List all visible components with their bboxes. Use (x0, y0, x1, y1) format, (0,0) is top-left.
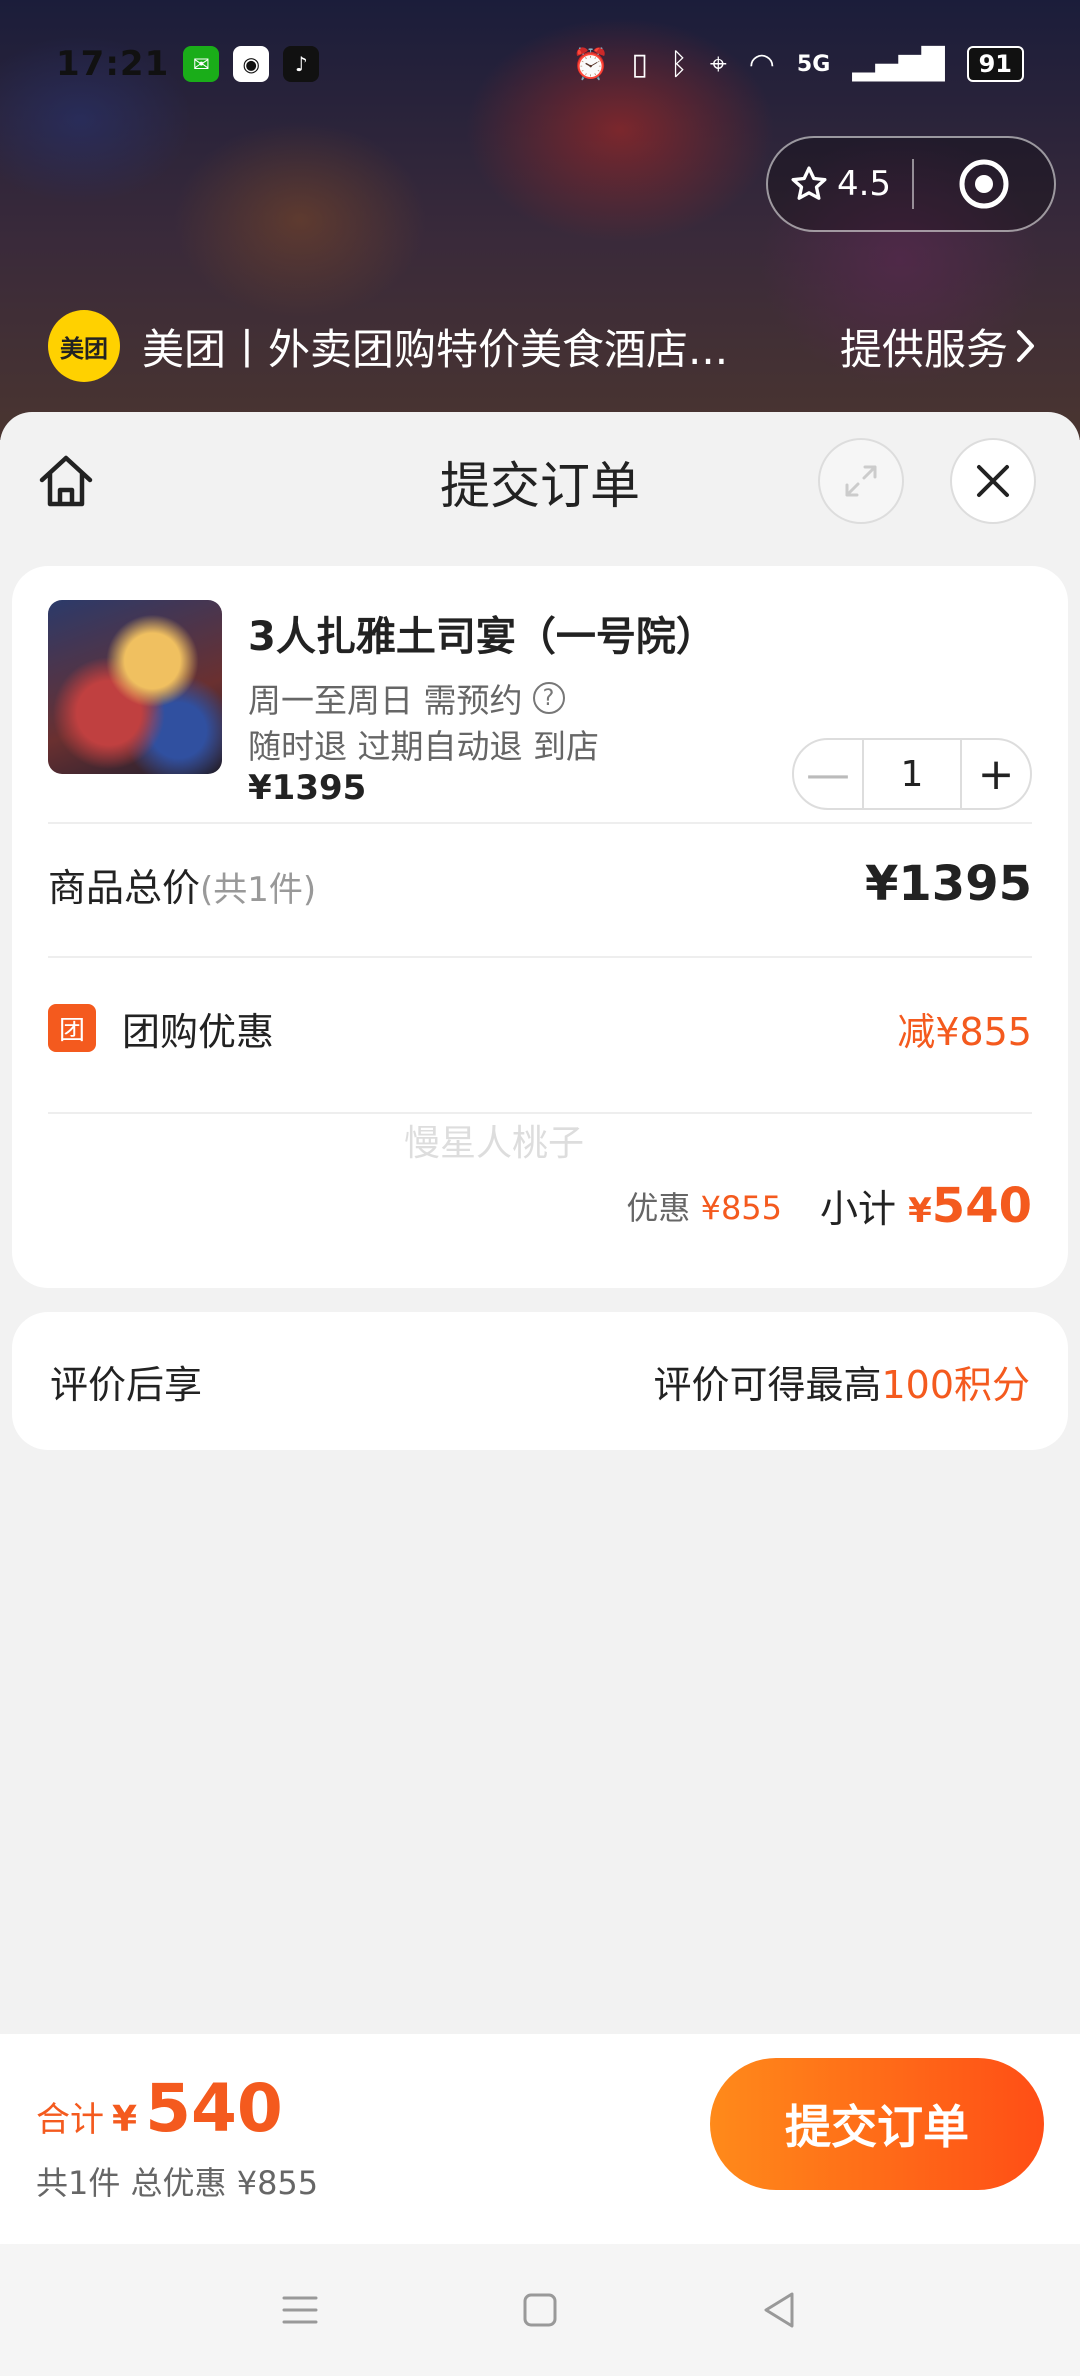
total-summary: 合计 ¥ 540 (36, 2070, 283, 2147)
service-link[interactable]: 提供服务 (840, 316, 1038, 377)
status-bar: 17:21 ✉ ◉ ♪ ⏰ ▯ ᛒ ⌖ ◠ 5G ▂▄▆█ 91 (0, 36, 1080, 92)
total-item-count: (共1件) (200, 869, 317, 910)
douyin-icon: ♪ (283, 46, 320, 82)
menu-nav-button[interactable] (270, 2280, 330, 2340)
subtotal-currency: ¥ (908, 1191, 932, 1231)
page-title: 提交订单 (440, 457, 640, 515)
back-triangle-icon (764, 2292, 794, 2328)
app-name: 美团丨外卖团购特价美食酒店... (142, 324, 729, 374)
total-price-row: 商品总价(共1件) ¥1395 (48, 834, 1032, 934)
status-left: 17:21 ✉ ◉ ♪ (56, 44, 320, 84)
question-icon[interactable]: ? (532, 682, 565, 714)
qq-icon: ◉ (233, 46, 270, 82)
group-discount-label: 团购优惠 (122, 1009, 275, 1054)
wifi-icon: ◠ (748, 46, 775, 82)
sum-detail: 共1件 总优惠 ¥855 (36, 2164, 319, 2202)
quantity-value[interactable]: 1 (864, 754, 960, 795)
review-reward-text: 评价可得最高 (653, 1362, 882, 1407)
menu-icon (282, 2296, 318, 2324)
total-price-value: ¥1395 (865, 856, 1032, 912)
back-nav-button[interactable] (750, 2280, 810, 2340)
sheet-header: 提交订单 (0, 412, 1080, 552)
review-reward-points: 100积分 (881, 1362, 1030, 1407)
saving-label: 优惠 (626, 1189, 691, 1227)
meituan-logo: 美团 (48, 310, 120, 382)
subtotal-row: 优惠 ¥855 小计 ¥540 (48, 1156, 1032, 1256)
target-icon (959, 159, 1009, 209)
signal-icon: ▂▄▆█ (852, 46, 945, 82)
subtotal: 小计 ¥540 (820, 1178, 1032, 1234)
review-reward-desc: 评价可得最高100积分 (653, 1354, 1030, 1409)
wechat-icon: ✉ (183, 46, 220, 82)
review-reward-card: 评价后享 评价可得最高100积分 (12, 1312, 1068, 1450)
product-name: 3人扎雅土司宴（一号院） (248, 614, 716, 660)
decrease-quantity-button[interactable]: — (794, 740, 864, 808)
review-reward-label: 评价后享 (50, 1362, 203, 1407)
service-link-label: 提供服务 (839, 324, 1008, 374)
app-banner[interactable]: 美团 美团丨外卖团购特价美食酒店... 提供服务 (48, 310, 1038, 382)
battery-indicator: 91 (966, 46, 1024, 82)
status-right: ⏰ ▯ ᛒ ⌖ ◠ 5G ▂▄▆█ 91 (572, 46, 1024, 82)
status-time: 17:21 (56, 44, 170, 84)
alarm-icon: ⏰ (571, 46, 610, 82)
product-card: 3人扎雅土司宴（一号院） 周一至周日 需预约 ? 随时退 过期自动退 到店 ¥1… (12, 566, 1068, 1288)
saving-value: ¥855 (700, 1189, 783, 1227)
divider (48, 1112, 1032, 1114)
product-availability: 周一至周日 需预约 ? (248, 674, 565, 722)
product-price: ¥1395 (248, 768, 367, 808)
saving-summary: 优惠 ¥855 (626, 1183, 782, 1229)
expand-button[interactable] (818, 438, 904, 524)
increase-quantity-button[interactable]: + (960, 740, 1030, 808)
location-icon: ⌖ (709, 46, 727, 82)
star-icon (791, 166, 827, 200)
mini-program-capsule: 4.5 (766, 136, 1056, 232)
square-icon (523, 2293, 557, 2327)
availability-text: 周一至周日 需预约 (248, 681, 523, 720)
product-policy: 随时退 过期自动退 到店 (248, 727, 599, 766)
quantity-stepper: — 1 + (792, 738, 1032, 810)
checkout-bar: 合计 ¥ 540 共1件 总优惠 ¥855 提交订单 (0, 2034, 1080, 2244)
rating-button[interactable]: 4.5 (768, 164, 912, 204)
network-type: 5G (796, 51, 831, 77)
chevron-right-icon (1017, 330, 1034, 362)
home-button[interactable] (34, 450, 98, 514)
group-discount-row: 团 团购优惠 减¥855 (48, 978, 1032, 1078)
subtotal-label: 小计 (820, 1187, 897, 1231)
sum-value: 540 (145, 2070, 283, 2147)
close-icon (977, 465, 1009, 497)
home-icon (39, 455, 93, 507)
home-nav-button[interactable] (510, 2280, 570, 2340)
close-button[interactable] (950, 438, 1036, 524)
product-thumbnail[interactable] (48, 600, 222, 774)
close-program-button[interactable] (914, 156, 1054, 212)
system-nav-bar (0, 2244, 1080, 2376)
sum-label: 合计 (36, 2100, 104, 2140)
submit-order-button[interactable]: 提交订单 (710, 2058, 1044, 2190)
sum-currency: ¥ (112, 2099, 138, 2140)
subtotal-value: 540 (931, 1178, 1032, 1234)
group-discount-value: 减¥855 (897, 1009, 1032, 1054)
bluetooth-icon: ᛒ (669, 46, 688, 82)
expand-icon (845, 465, 877, 497)
total-price-label: 商品总价 (48, 865, 201, 910)
vibrate-icon: ▯ (631, 46, 648, 82)
divider (48, 822, 1032, 824)
divider (48, 956, 1032, 958)
rating-value: 4.5 (836, 164, 892, 204)
group-buy-badge: 团 (48, 1004, 96, 1052)
